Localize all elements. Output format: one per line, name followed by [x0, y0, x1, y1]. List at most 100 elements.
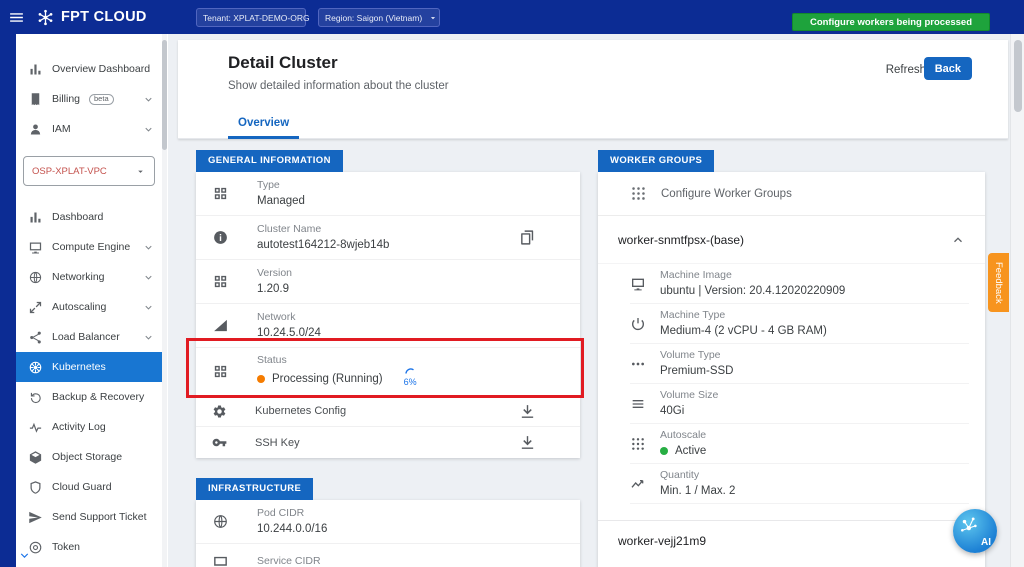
field-label: SSH Key [255, 437, 300, 449]
worker-group-header[interactable]: worker-snmtfpsx-(base) [598, 216, 985, 264]
trend-line-icon [630, 476, 646, 492]
power-icon [630, 316, 646, 332]
sidebar-item-networking[interactable]: Networking [16, 262, 162, 292]
sidebar-item-label: Autoscaling [52, 301, 106, 313]
autoscale-active-dot [660, 447, 668, 455]
download-icon[interactable] [519, 434, 536, 451]
row-pod-cidr: Pod CIDR 10.244.0.0/16 [196, 500, 580, 544]
sidebar-item-label: Token [52, 541, 80, 553]
worker-group-name: worker-snmtfpsx-(base) [618, 233, 744, 247]
sidebar-scrollbar-thumb[interactable] [162, 40, 167, 150]
sidebar-item-billing[interactable]: Billing beta [16, 84, 162, 114]
refresh-link[interactable]: Refresh [886, 64, 926, 76]
brand-name: FPT CLOUD [61, 9, 147, 25]
networking-icon [28, 270, 43, 285]
sidebar-item-label: Overview Dashboard [52, 63, 150, 75]
sidebar-item-iam[interactable]: IAM [16, 114, 162, 144]
type-icon [212, 185, 229, 202]
field-value: Premium-SSD [660, 363, 733, 379]
row-type: Type Managed [196, 172, 580, 216]
topbar: FPT CLOUD Tenant: XPLAT-DEMO-ORG Region:… [0, 0, 1024, 34]
tab-bar: Overview [178, 109, 1008, 139]
tab-overview[interactable]: Overview [228, 109, 299, 139]
tenant-select-value: Tenant: XPLAT-DEMO-ORG [203, 13, 310, 23]
infrastructure-card: Pod CIDR 10.244.0.0/16 Service CIDR [196, 500, 580, 567]
beta-badge: beta [89, 94, 114, 105]
sidebar-item-backup-recovery[interactable]: Backup & Recovery [16, 382, 162, 412]
sidebar-item-kubernetes[interactable]: Kubernetes [16, 352, 162, 382]
configure-worker-groups-row[interactable]: Configure Worker Groups [598, 172, 985, 216]
field-value: autotest164212-8wjeb14b [257, 237, 389, 253]
feedback-label: Feedback [993, 262, 1004, 304]
user-icon [28, 122, 43, 137]
sidebar-scrollbar[interactable] [162, 34, 167, 567]
sidebar-item-activity-log[interactable]: Activity Log [16, 412, 162, 442]
caret-down-icon [428, 13, 438, 23]
brand-logo: FPT CLOUD [36, 8, 147, 27]
row-ssh-key: SSH Key [196, 427, 580, 458]
grid-dots-icon [630, 185, 647, 202]
sidebar-item-load-balancer[interactable]: Load Balancer [16, 322, 162, 352]
activity-icon [28, 420, 43, 435]
vertical-scrollbar[interactable] [1010, 34, 1024, 567]
sidebar: Overview Dashboard Billing beta IAM OSP-… [16, 34, 162, 567]
sidebar-item-cloud-guard[interactable]: Cloud Guard [16, 472, 162, 502]
configure-workers-notice-button[interactable]: Configure workers being processed [792, 13, 990, 31]
sidebar-item-autoscaling[interactable]: Autoscaling [16, 292, 162, 322]
sidebar-item-label: Backup & Recovery [52, 391, 144, 403]
sidebar-item-dashboard[interactable]: Dashboard [16, 202, 162, 232]
status-progress: 6% [404, 368, 417, 390]
shield-icon [28, 480, 43, 495]
feedback-tab[interactable]: Feedback [988, 253, 1009, 312]
tenant-select[interactable]: Tenant: XPLAT-DEMO-ORG [196, 8, 306, 27]
main-content: Detail Cluster Show detailed information… [168, 34, 1010, 567]
sidebar-item-label: Object Storage [52, 451, 122, 463]
field-label: Type [257, 178, 305, 193]
vpc-select[interactable]: OSP-XPLAT-VPC [23, 156, 155, 186]
region-select[interactable]: Region: Saigon (Vietnam) [318, 8, 440, 27]
chevron-down-icon [143, 94, 154, 105]
row-quantity: Quantity Min. 1 / Max. 2 [630, 464, 969, 504]
vertical-scrollbar-thumb[interactable] [1014, 40, 1022, 112]
hamburger-menu-icon[interactable] [8, 9, 25, 26]
sidebar-item-object-storage[interactable]: Object Storage [16, 442, 162, 472]
chevron-down-icon [143, 272, 154, 283]
send-icon [28, 510, 43, 525]
sidebar-item-send-support-ticket[interactable]: Send Support Ticket [16, 502, 162, 532]
ai-assistant-button[interactable]: AI [953, 509, 997, 553]
field-value: 10.244.0.0/16 [257, 521, 327, 537]
sidebar-item-label: Load Balancer [52, 331, 120, 343]
worker-group-header-second[interactable]: worker-vejj21m9 [598, 520, 985, 560]
field-label: Kubernetes Config [255, 405, 346, 417]
sidebar-item-label: Networking [52, 271, 105, 283]
status-percent: 6% [404, 374, 417, 390]
autoscaling-icon [28, 300, 43, 315]
field-label: Pod CIDR [257, 506, 327, 521]
sidebar-item-compute-engine[interactable]: Compute Engine [16, 232, 162, 262]
download-icon[interactable] [519, 403, 536, 420]
chevron-down-icon [143, 302, 154, 313]
back-button[interactable]: Back [924, 57, 972, 80]
sidebar-item-overview-dashboard[interactable]: Overview Dashboard [16, 54, 162, 84]
field-label: Volume Type [660, 348, 733, 363]
field-value: ubuntu | Version: 20.4.12020220909 [660, 283, 845, 299]
general-information-card-title: GENERAL INFORMATION [196, 150, 343, 172]
row-autoscale: Autoscale Active [630, 424, 969, 464]
field-value: 40Gi [660, 403, 718, 419]
row-cluster-name: Cluster Name autotest164212-8wjeb14b [196, 216, 580, 260]
page-subtitle: Show detailed information about the clus… [178, 73, 1008, 92]
worker-groups-card-title: WORKER GROUPS [598, 150, 714, 172]
configure-worker-groups-label: Configure Worker Groups [661, 188, 792, 200]
field-value: Managed [257, 193, 305, 209]
copy-icon[interactable] [519, 229, 536, 246]
sidebar-item-token[interactable]: Token [16, 532, 162, 562]
kubernetes-icon [28, 360, 43, 375]
status-value: Processing (Running) [272, 371, 383, 387]
monitor-icon [212, 554, 229, 567]
left-rail [0, 34, 16, 567]
field-label: Service CIDR [257, 554, 321, 567]
spacer [598, 504, 985, 520]
chevron-up-icon[interactable] [951, 233, 965, 247]
row-volume-type: Volume Type Premium-SSD [630, 344, 969, 384]
sidebar-scroll-down-icon[interactable] [18, 549, 31, 562]
